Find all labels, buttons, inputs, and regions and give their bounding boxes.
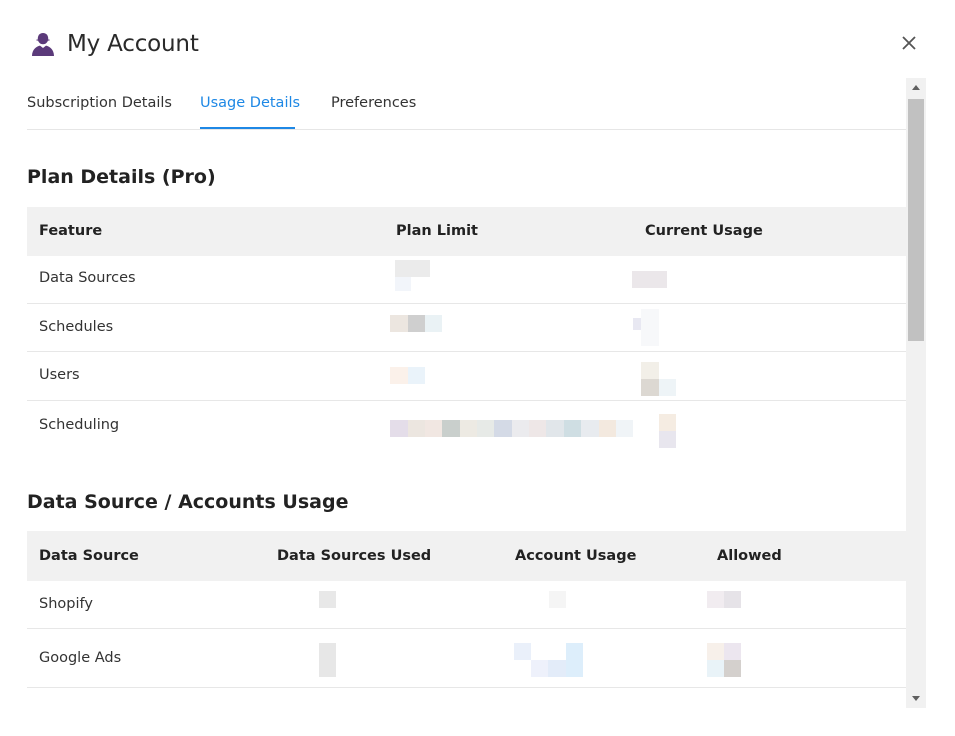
accounts-usage-heading: Data Source / Accounts Usage bbox=[27, 491, 349, 513]
redacted-value bbox=[408, 420, 425, 437]
feature-cell: Users bbox=[39, 367, 80, 383]
scrollbar-thumb[interactable] bbox=[908, 99, 924, 341]
tab-usage-details[interactable]: Usage Details bbox=[200, 95, 300, 111]
data-source-cell: Google Ads bbox=[39, 650, 122, 666]
column-header-plan-limit: Plan Limit bbox=[396, 223, 478, 239]
table-header: Data Source Data Sources Used Account Us… bbox=[27, 531, 906, 581]
redacted-value bbox=[641, 309, 659, 346]
scroll-up-arrow-icon[interactable] bbox=[906, 78, 926, 98]
redacted-value bbox=[546, 420, 564, 437]
table-row: Shopify bbox=[27, 581, 906, 629]
table-row: Scheduling bbox=[27, 401, 906, 450]
redacted-value bbox=[425, 420, 442, 437]
accounts-usage-table: Data Source Data Sources Used Account Us… bbox=[27, 531, 906, 688]
redacted-value bbox=[724, 643, 741, 660]
table-row: Users bbox=[27, 352, 906, 401]
redacted-value bbox=[425, 315, 442, 332]
table-row: Google Ads bbox=[27, 629, 906, 688]
redacted-value bbox=[633, 318, 641, 330]
redacted-value bbox=[514, 643, 531, 660]
feature-cell: Scheduling bbox=[39, 417, 120, 433]
redacted-value bbox=[632, 271, 667, 288]
redacted-value bbox=[548, 660, 566, 677]
tab-preferences[interactable]: Preferences bbox=[331, 95, 416, 111]
redacted-value bbox=[659, 379, 676, 396]
vertical-scrollbar[interactable] bbox=[906, 78, 926, 708]
column-header-current-usage: Current Usage bbox=[645, 223, 763, 239]
redacted-value bbox=[599, 420, 616, 437]
redacted-value bbox=[616, 420, 633, 437]
active-tab-indicator bbox=[200, 127, 295, 129]
redacted-value bbox=[390, 367, 408, 384]
dialog-body: Subscription Details Usage Details Prefe… bbox=[27, 78, 926, 708]
redacted-value bbox=[549, 591, 566, 608]
redacted-value bbox=[641, 379, 659, 396]
redacted-value bbox=[390, 315, 408, 332]
dialog-title: My Account bbox=[67, 31, 199, 57]
data-source-cell: Shopify bbox=[39, 596, 93, 612]
redacted-value bbox=[390, 420, 408, 437]
plan-details-table: Feature Plan Limit Current Usage Data So… bbox=[27, 207, 906, 450]
redacted-value bbox=[395, 277, 411, 291]
close-icon[interactable] bbox=[898, 32, 920, 54]
tab-subscription-details[interactable]: Subscription Details bbox=[27, 95, 172, 111]
redacted-value bbox=[442, 420, 460, 437]
column-header-feature: Feature bbox=[39, 223, 103, 239]
column-header-data-sources-used: Data Sources Used bbox=[277, 548, 432, 564]
redacted-value bbox=[566, 643, 583, 677]
redacted-value bbox=[408, 315, 425, 332]
redacted-value bbox=[659, 414, 676, 431]
table-header: Feature Plan Limit Current Usage bbox=[27, 207, 906, 256]
tab-bar: Subscription Details Usage Details Prefe… bbox=[27, 78, 906, 130]
scroll-down-arrow-icon[interactable] bbox=[906, 688, 926, 708]
redacted-value bbox=[460, 420, 477, 437]
redacted-value bbox=[659, 431, 676, 448]
redacted-value bbox=[724, 591, 741, 608]
redacted-value bbox=[724, 660, 741, 677]
user-icon bbox=[32, 33, 54, 56]
redacted-value bbox=[707, 643, 724, 660]
redacted-value bbox=[529, 420, 546, 437]
redacted-value bbox=[477, 420, 494, 437]
redacted-value bbox=[707, 660, 724, 677]
redacted-value bbox=[707, 591, 724, 608]
redacted-value bbox=[564, 420, 581, 437]
plan-details-heading: Plan Details (Pro) bbox=[27, 166, 216, 188]
redacted-value bbox=[319, 643, 336, 677]
redacted-value bbox=[512, 420, 529, 437]
dialog-header: My Account bbox=[30, 27, 199, 61]
redacted-value bbox=[494, 420, 512, 437]
redacted-value bbox=[641, 362, 659, 379]
feature-cell: Data Sources bbox=[39, 270, 136, 286]
column-header-data-source: Data Source bbox=[39, 548, 139, 564]
column-header-allowed: Allowed bbox=[717, 548, 782, 564]
redacted-value bbox=[395, 260, 430, 277]
redacted-value bbox=[581, 420, 599, 437]
table-row: Data Sources bbox=[27, 256, 906, 304]
redacted-value bbox=[531, 660, 548, 677]
redacted-value bbox=[408, 367, 425, 384]
redacted-value bbox=[319, 591, 336, 608]
feature-cell: Schedules bbox=[39, 319, 114, 335]
table-row: Schedules bbox=[27, 304, 906, 352]
column-header-account-usage: Account Usage bbox=[515, 548, 637, 564]
